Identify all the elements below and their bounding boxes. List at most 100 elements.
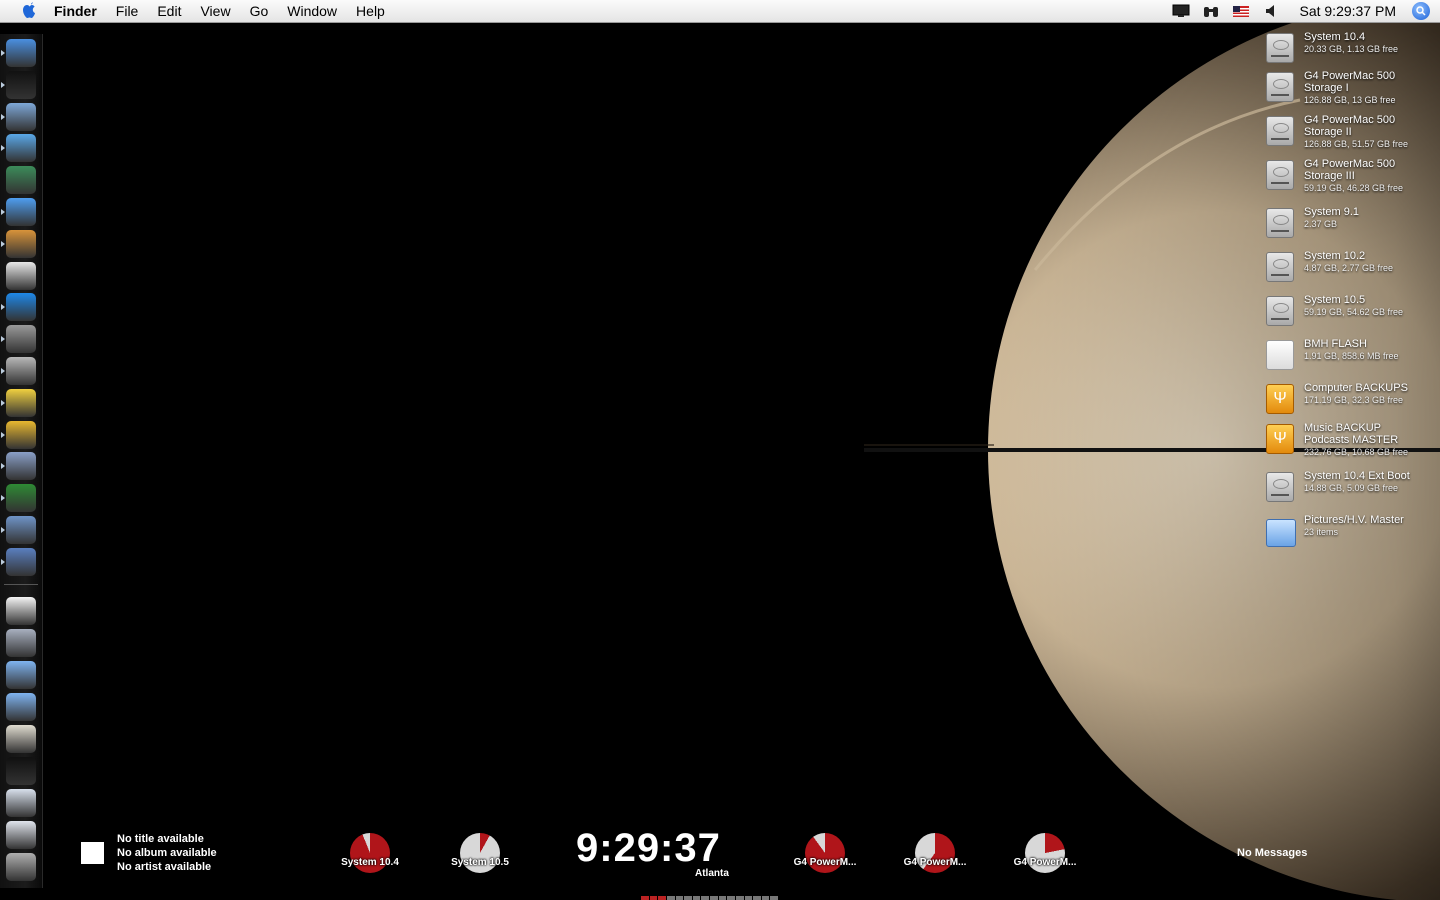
dock-safari-icon[interactable]: [1, 198, 36, 226]
dock-email-doc-icon[interactable]: [6, 789, 36, 817]
running-indicator: [1, 399, 5, 406]
itunes-album: No album available: [117, 847, 217, 859]
desktop-icon-hd[interactable]: G4 PowerMac 500 Storage III 59.19 GB, 46.…: [1262, 158, 1437, 198]
space-cell: [675, 896, 684, 900]
desktop-icon-hd[interactable]: G4 PowerMac 500 Storage II 126.88 GB, 51.…: [1262, 114, 1437, 154]
desktop-icon-name: G4 PowerMac 500 Storage I: [1304, 70, 1396, 94]
desktop-icon-hd[interactable]: System 9.1 2.37 GB: [1262, 206, 1437, 246]
menu-view[interactable]: View: [200, 3, 230, 19]
space-cell: [753, 896, 761, 900]
binoculars-icon[interactable]: [1201, 3, 1221, 19]
dock-ical-icon[interactable]: [6, 261, 36, 290]
running-indicator: [1, 81, 5, 88]
dock-jewel-app-icon[interactable]: [1, 452, 36, 481]
apple-menu-icon[interactable]: [18, 2, 40, 20]
desktop-icon-label: BMH FLASH 1.91 GB, 858.6 MB free: [1304, 338, 1436, 363]
dock-migration-assistant-icon[interactable]: [1, 547, 36, 576]
menu-window[interactable]: Window: [287, 3, 337, 19]
space-cell: [666, 896, 675, 900]
desktop-icon-hd[interactable]: System 10.4 20.33 GB, 1.13 GB free: [1262, 31, 1437, 71]
dock-camino-icon[interactable]: [1, 420, 36, 449]
desktop-icon-name: G4 PowerMac 500 Storage III: [1304, 158, 1396, 182]
menu-file[interactable]: File: [116, 3, 139, 19]
running-indicator: [1, 368, 5, 374]
menubar-clock[interactable]: Sat 9:29:37 PM: [1299, 3, 1396, 19]
dock-home-folder-icon[interactable]: [6, 725, 36, 753]
dock-quicktime-icon[interactable]: [1, 293, 36, 322]
menu-bar: Finder File Edit View Go Window Help Sat…: [0, 0, 1440, 23]
usb-drive-icon: Ψ: [1266, 424, 1296, 458]
dock-activity-monitor-icon[interactable]: [1, 70, 36, 99]
folder-icon: [1266, 516, 1296, 550]
dock-aim-icon[interactable]: [1, 388, 36, 417]
desktop-icon-label: System 10.4 Ext Boot 14.88 GB, 5.09 GB fr…: [1304, 470, 1436, 495]
space-cell: [701, 896, 709, 900]
desktop-icon-name: Pictures/H.V. Master: [1304, 514, 1404, 526]
spotlight-icon[interactable]: [1412, 2, 1430, 20]
desktop-icon-label: System 10.5 59.19 GB, 54.62 GB free: [1304, 294, 1436, 319]
running-indicator: [1, 240, 5, 247]
disk-usage-label: System 10.5: [451, 857, 509, 868]
menu-edit[interactable]: Edit: [157, 3, 181, 19]
dock-disk-utility-icon[interactable]: [1, 357, 36, 385]
desktop-icon-usb[interactable]: Ψ Computer BACKUPS 171.19 GB, 32.3 GB free: [1262, 382, 1437, 422]
hard-drive-icon: [1266, 252, 1296, 286]
mail-widget-status[interactable]: No Messages: [1237, 847, 1307, 859]
desktop-icon-info: 20.33 GB, 1.13 GB free: [1304, 44, 1399, 54]
desktop-icon-info: 59.19 GB, 54.62 GB free: [1304, 307, 1404, 317]
dock-cd-icon[interactable]: [6, 629, 36, 657]
space-cell: [770, 896, 778, 900]
dock-textedit-doc-icon[interactable]: [6, 597, 36, 625]
desktop-icon-info: 23 items: [1304, 527, 1339, 537]
desktop-icon-hd[interactable]: System 10.4 Ext Boot 14.88 GB, 5.09 GB fr…: [1262, 470, 1437, 510]
hard-drive-icon: [1266, 116, 1296, 150]
desktop-icon-name: G4 PowerMac 500 Storage II: [1304, 114, 1396, 138]
dock-web-doc-icon[interactable]: [6, 821, 36, 849]
dock-finder-icon[interactable]: [1, 39, 36, 67]
running-indicator: [1, 113, 5, 120]
space-cell: [649, 896, 658, 900]
desktop-icon-name: System 10.4 Ext Boot: [1304, 470, 1410, 482]
desktop-icon-hd[interactable]: System 10.2 4.87 GB, 2.77 GB free: [1262, 250, 1437, 290]
clock-widget-time[interactable]: 9:29:37: [576, 826, 721, 871]
menu-help[interactable]: Help: [356, 3, 385, 19]
space-cell: [744, 896, 753, 900]
desktop-icon-flash[interactable]: BMH FLASH 1.91 GB, 858.6 MB free: [1262, 338, 1437, 378]
running-indicator: [1, 463, 5, 470]
desktop-icon-folder[interactable]: Pictures/H.V. Master 23 items: [1262, 514, 1437, 554]
us-flag-icon[interactable]: [1231, 3, 1251, 19]
desktop-icon-hd[interactable]: G4 PowerMac 500 Storage I 126.88 GB, 13 G…: [1262, 70, 1437, 110]
itunes-title: No title available: [117, 833, 204, 845]
flash-drive-icon: [1266, 340, 1296, 374]
space-cell: [684, 896, 692, 900]
desktop-icon-name: System 10.2: [1304, 250, 1366, 262]
desktop-icon-hd[interactable]: System 10.5 59.19 GB, 54.62 GB free: [1262, 294, 1437, 334]
dock-system-preferences-icon[interactable]: [1, 325, 36, 354]
album-art[interactable]: [81, 842, 104, 864]
menu-finder[interactable]: Finder: [54, 3, 97, 19]
space-cell: [718, 896, 727, 900]
dock-iphoto-icon[interactable]: [1, 229, 36, 258]
space-cell: [692, 896, 701, 900]
desktop-icon-info: 14.88 GB, 5.09 GB free: [1304, 483, 1399, 493]
dock-trash-icon[interactable]: [6, 853, 36, 881]
desktop-icon-usb[interactable]: Ψ Music BACKUP Podcasts MASTER 232.76 GB, …: [1262, 422, 1437, 462]
desktop-icon-label: G4 PowerMac 500 Storage I 126.88 GB, 13 G…: [1304, 70, 1424, 107]
running-indicator: [1, 209, 5, 215]
dock-terminal-icon[interactable]: [6, 757, 36, 785]
dock-preview-icon[interactable]: [1, 516, 36, 544]
running-indicator: [1, 495, 5, 502]
dock-itunes-icon[interactable]: [1, 134, 36, 163]
desktop-icon-label: Computer BACKUPS 171.19 GB, 32.3 GB free: [1304, 382, 1436, 407]
dock-applications-folder-icon[interactable]: [6, 693, 36, 721]
desktop-icon-info: 1.91 GB, 858.6 MB free: [1304, 351, 1399, 361]
space-cell: [735, 896, 744, 900]
menu-go[interactable]: Go: [250, 3, 269, 19]
dock-dashboard-icon[interactable]: [6, 166, 36, 195]
dock-mail-icon[interactable]: [1, 102, 36, 131]
desktop-icon-info: 2.37 GB: [1304, 219, 1338, 229]
dock-documents-folder-icon[interactable]: [6, 661, 36, 689]
volume-icon[interactable]: [1261, 3, 1281, 19]
display-icon[interactable]: [1171, 3, 1191, 19]
dock-network-app-icon[interactable]: [1, 484, 36, 513]
